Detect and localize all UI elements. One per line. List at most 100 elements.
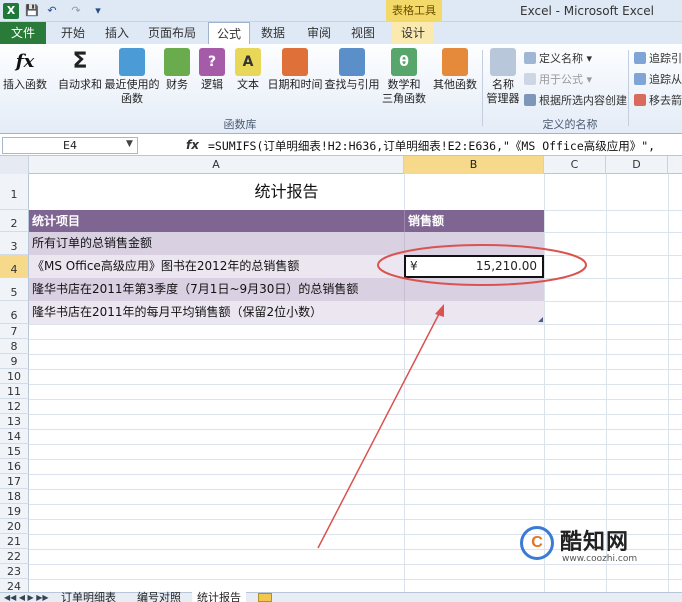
name-manager-icon — [490, 48, 516, 76]
row-header-3[interactable]: 3 — [0, 232, 29, 255]
gridline — [29, 429, 682, 430]
sheet-tab-code-lookup[interactable]: 编号对照 — [132, 592, 186, 602]
row-header-5[interactable]: 5 — [0, 278, 29, 301]
row-header-13[interactable]: 13 — [0, 414, 29, 429]
row-3-label[interactable]: 所有订单的总销售金额 — [29, 232, 404, 255]
column-header-b[interactable]: B — [404, 156, 544, 174]
row-5-label[interactable]: 隆华书店在2011年第3季度（7月1日~9月30日）的总销售额 — [29, 278, 404, 301]
redo-icon[interactable]: ↷ — [68, 3, 84, 19]
sheet-nav-arrows-icon[interactable]: ◀◀ ◀ ▶ ▶▶ — [4, 593, 49, 602]
watermark-name: 酷知网 — [560, 530, 630, 555]
insert-sheet-icon[interactable] — [258, 593, 272, 602]
row-header-21[interactable]: 21 — [0, 534, 29, 549]
create-from-selection-button[interactable]: 根据所选内容创建 — [524, 92, 627, 110]
tab-view[interactable]: 视图 — [346, 22, 380, 44]
row-header-6[interactable]: 6 — [0, 301, 29, 324]
create-from-selection-icon — [524, 94, 536, 106]
autosum-button[interactable]: Σ 自动求和 — [56, 48, 104, 110]
tab-data[interactable]: 数据 — [256, 22, 290, 44]
chevron-down-icon[interactable]: ▼ — [126, 139, 133, 149]
gridline — [668, 174, 669, 592]
row-header-8[interactable]: 8 — [0, 339, 29, 354]
row-header-11[interactable]: 11 — [0, 384, 29, 399]
sheet-tab-report[interactable]: 统计报告 — [192, 592, 246, 602]
row-6-label[interactable]: 隆华书店在2011年的每月平均销售额（保留2位小数） — [29, 301, 404, 324]
row-header-17[interactable]: 17 — [0, 474, 29, 489]
trace-precedents-icon — [634, 52, 646, 64]
customize-qat-icon[interactable]: ▾ — [90, 3, 106, 19]
column-header-c[interactable]: C — [544, 156, 606, 174]
undo-icon[interactable]: ↶ — [44, 3, 60, 19]
tab-home[interactable]: 开始 — [56, 22, 90, 44]
gridline — [29, 414, 682, 415]
row-header-19[interactable]: 19 — [0, 504, 29, 519]
row-header-7[interactable]: 7 — [0, 324, 29, 339]
datetime-button[interactable]: 日期和时间 — [266, 48, 324, 110]
tab-design[interactable]: 设计 — [392, 22, 434, 44]
row-header-23[interactable]: 23 — [0, 564, 29, 579]
column-header-d[interactable]: D — [606, 156, 668, 174]
group-label-defined-names: 定义的名称 — [542, 118, 598, 131]
name-manager-button[interactable]: 名称 管理器 — [484, 48, 522, 110]
select-all-corner[interactable] — [0, 156, 29, 174]
more-functions-button[interactable]: 其他函数 — [430, 48, 480, 110]
report-title[interactable]: 统计报告 — [29, 174, 544, 210]
row-header-15[interactable]: 15 — [0, 444, 29, 459]
row-header-1[interactable]: 1 — [0, 174, 29, 210]
remove-arrows-button[interactable]: 移去箭 — [634, 92, 682, 110]
tab-review[interactable]: 审阅 — [302, 22, 336, 44]
row-header-12[interactable]: 12 — [0, 399, 29, 414]
row-4-label[interactable]: 《MS Office高级应用》图书在2012年的总销售额 — [29, 255, 404, 278]
row-header-10[interactable]: 10 — [0, 369, 29, 384]
row-header-9[interactable]: 9 — [0, 354, 29, 369]
gridline — [29, 354, 682, 355]
lookup-button[interactable]: 查找与引用 — [324, 48, 380, 110]
row-header-14[interactable]: 14 — [0, 429, 29, 444]
ribbon-separator — [482, 50, 483, 126]
save-icon[interactable]: 💾 — [24, 3, 40, 19]
sheet-tab-order-details[interactable]: 订单明细表 — [56, 592, 121, 602]
table-resize-handle[interactable] — [538, 317, 543, 322]
recent-functions-button[interactable]: 最近使用的 函数 — [104, 48, 160, 110]
row-header-22[interactable]: 22 — [0, 549, 29, 564]
gridline — [29, 519, 682, 520]
cell-b4-selected[interactable]: ¥ 15,210.00 — [404, 255, 544, 278]
header-sales-amount[interactable]: 销售额 — [404, 210, 544, 232]
row-header-18[interactable]: 18 — [0, 489, 29, 504]
math-trig-button[interactable]: θ 数学和 三角函数 — [378, 48, 430, 110]
row-header-20[interactable]: 20 — [0, 519, 29, 534]
cell-b3[interactable] — [404, 232, 544, 255]
cell-b5[interactable] — [404, 278, 544, 301]
cell-b6[interactable] — [404, 301, 544, 324]
row-header-4[interactable]: 4 — [0, 255, 29, 278]
watermark-icon: C — [520, 526, 554, 560]
tab-file[interactable]: 文件 — [0, 22, 46, 44]
trace-precedents-button[interactable]: 追踪引 — [634, 50, 682, 68]
trace-dependents-button[interactable]: 追踪从 — [634, 71, 682, 89]
gridline — [29, 324, 682, 325]
column-header-a[interactable]: A — [29, 156, 404, 174]
use-in-formula-icon — [524, 73, 536, 85]
row-header-16[interactable]: 16 — [0, 459, 29, 474]
tab-insert[interactable]: 插入 — [100, 22, 134, 44]
formula-input[interactable]: =SUMIFS(订单明细表!H2:H636,订单明细表!E2:E636,"《MS… — [208, 138, 682, 154]
header-stat-item[interactable]: 统计项目 — [29, 210, 404, 232]
tab-formulas[interactable]: 公式 — [208, 22, 250, 45]
gridline — [29, 399, 682, 400]
more-books-icon — [442, 48, 468, 76]
text-button[interactable]: A 文本 — [232, 48, 264, 110]
use-in-formula-button[interactable]: 用于公式 ▾ — [524, 71, 592, 89]
row-header-2[interactable]: 2 — [0, 210, 29, 232]
financial-book-icon — [164, 48, 190, 76]
insert-function-button[interactable]: fx 插入函数 — [2, 48, 48, 110]
gridline — [29, 459, 682, 460]
insert-function-fx-icon[interactable]: fx — [186, 138, 199, 152]
define-name-button[interactable]: 定义名称 ▾ — [524, 50, 592, 68]
function-fx-icon: fx — [15, 51, 35, 72]
lookup-book-icon — [339, 48, 365, 76]
gridline — [29, 444, 682, 445]
tab-page-layout[interactable]: 页面布局 — [144, 22, 200, 44]
name-box[interactable]: E4 — [2, 137, 138, 154]
logical-button[interactable]: ? 逻辑 — [196, 48, 228, 110]
financial-button[interactable]: 财务 — [160, 48, 194, 110]
